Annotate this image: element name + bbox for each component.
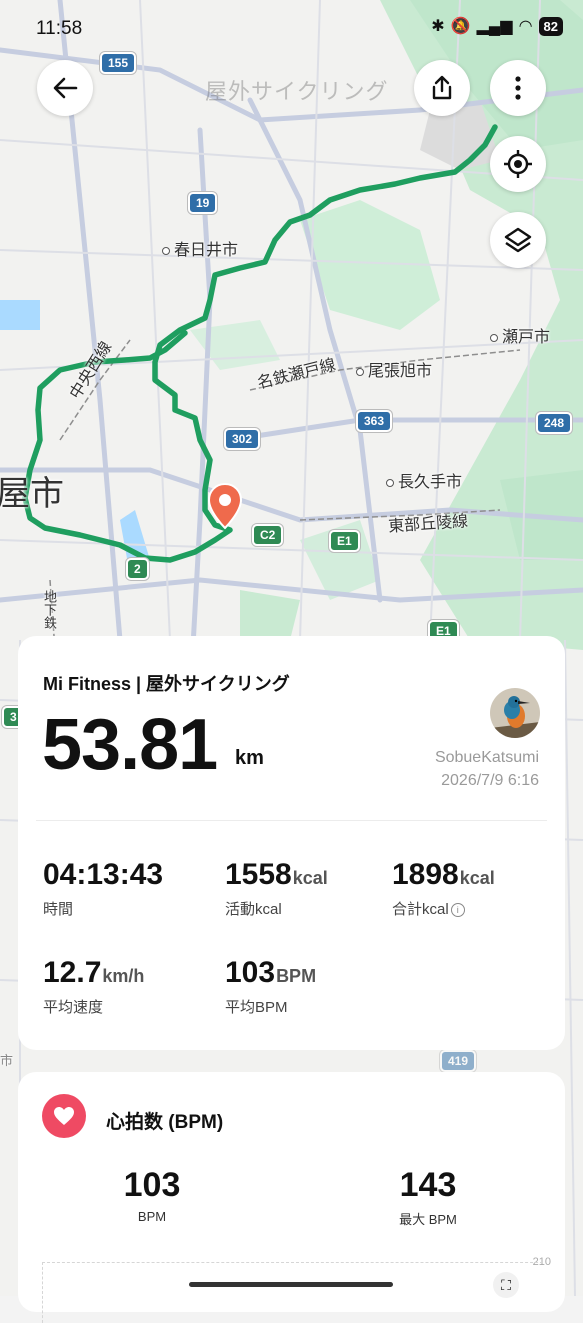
share-icon xyxy=(432,75,452,100)
home-indicator[interactable] xyxy=(189,1282,393,1287)
status-icons: ✱ 🔕 ▂▄▆ ◠ 82 xyxy=(431,16,563,36)
map-label-shi: 市 xyxy=(0,1053,14,1068)
place-dot-icon xyxy=(386,478,394,487)
heart-badge xyxy=(42,1094,86,1138)
stat-unit: BPM xyxy=(276,966,317,986)
divider xyxy=(36,820,547,821)
pin-icon xyxy=(207,482,243,530)
route-shield-419: 419 xyxy=(440,1050,477,1072)
hr-max-value: 143 xyxy=(399,1166,457,1204)
stat-unit: kcal xyxy=(292,868,328,888)
map-label-seto: 瀬戸市 xyxy=(490,323,550,347)
share-button[interactable] xyxy=(414,60,470,116)
mute-icon: 🔕 xyxy=(450,18,471,35)
stat-avg-speed: 12.7km/h 平均速度 xyxy=(43,956,144,1017)
place-dot-icon xyxy=(356,367,364,376)
expand-icon: ⛶ xyxy=(501,1276,511,1293)
stat-unit: kcal xyxy=(459,868,495,888)
wifi-icon: ◠ xyxy=(518,18,533,35)
signal-icon: ▂▄▆ xyxy=(476,18,513,35)
workout-date: 2026/7/9 6:16 xyxy=(441,772,539,789)
place-dot-icon xyxy=(162,246,170,255)
map-label-kasugai: 春日井市 xyxy=(162,236,238,260)
stat-label: 平均BPM xyxy=(225,999,288,1016)
stat-unit: km/h xyxy=(102,966,145,986)
map-label-owari-asahi: 尾張旭市 xyxy=(356,357,432,381)
stat-value: 12.7 xyxy=(43,956,102,989)
locate-button[interactable] xyxy=(490,136,546,192)
map-label-city-edge: 屋市 xyxy=(0,475,64,513)
map-watermark-title: 屋外サイクリング xyxy=(205,79,389,104)
user-name: SobueKatsumi xyxy=(434,749,539,766)
distance-value: 53.81 xyxy=(42,705,218,785)
heart-rate-card: 心拍数 (BPM) 103 BPM 143 最大 BPM 210 ⛶ xyxy=(18,1072,565,1323)
battery-badge: 82 xyxy=(538,16,563,36)
stat-label: 時間 xyxy=(43,901,74,918)
back-arrow-icon xyxy=(53,77,78,99)
stat-label: 合計kcal xyxy=(392,901,449,918)
route-shield-2: 2 xyxy=(126,558,149,580)
hr-average: 103 BPM xyxy=(108,1166,196,1224)
more-vertical-icon xyxy=(515,76,521,100)
avatar[interactable] xyxy=(490,688,540,738)
route-shield-302: 302 xyxy=(224,428,261,450)
stat-label-with-info[interactable]: 合計kcal i xyxy=(392,898,495,919)
heart-rate-title: 心拍数 (BPM) xyxy=(106,1112,224,1133)
bluetooth-icon: ✱ xyxy=(431,18,445,35)
stat-value: 04:13:43 xyxy=(43,858,164,891)
stat-label: 平均速度 xyxy=(43,999,104,1016)
place-dot-icon xyxy=(490,333,498,342)
heart-rate-chart[interactable] xyxy=(42,1262,543,1323)
route-shield-c2: C2 xyxy=(252,524,284,546)
heart-icon xyxy=(54,1107,74,1125)
workout-title: Mi Fitness | 屋外サイクリング xyxy=(43,674,290,694)
back-button[interactable] xyxy=(37,60,93,116)
expand-chart-button[interactable]: ⛶ xyxy=(493,1272,519,1298)
stat-value: 1898 xyxy=(392,858,459,891)
locate-icon xyxy=(504,150,532,178)
stat-value: 1558 xyxy=(225,858,292,891)
kingfisher-avatar-image xyxy=(490,688,540,738)
distance-unit: km xyxy=(235,747,264,769)
layers-button[interactable] xyxy=(490,212,546,268)
hr-average-label: BPM xyxy=(137,1209,167,1224)
hr-average-value: 103 xyxy=(123,1166,181,1204)
info-icon[interactable]: i xyxy=(450,903,465,917)
hr-max-label: 最大 BPM xyxy=(399,1212,457,1227)
route-shield-363: 363 xyxy=(356,410,393,432)
stat-active-kcal: 1558kcal 活動kcal xyxy=(225,858,328,919)
status-time: 11:58 xyxy=(36,18,83,39)
layers-icon xyxy=(504,227,532,253)
map-label-subway: 地下鉄 xyxy=(42,590,57,629)
hr-max: 143 最大 BPM xyxy=(378,1166,478,1228)
stat-value: 103 xyxy=(225,956,276,989)
status-bar: 11:58 ✱ 🔕 ▂▄▆ ◠ 82 xyxy=(0,0,583,56)
stat-duration: 04:13:43 時間 xyxy=(43,858,164,919)
route-shield-248: 248 xyxy=(536,412,573,434)
route-shield-19: 19 xyxy=(188,192,218,214)
more-options-button[interactable] xyxy=(490,60,546,116)
stat-avg-bpm: 103BPM 平均BPM xyxy=(225,956,316,1017)
route-shield-e1: E1 xyxy=(329,530,360,552)
workout-summary-card: Mi Fitness | 屋外サイクリング 53.81 km SobueKats… xyxy=(18,636,565,1050)
stat-label: 活動kcal xyxy=(225,901,282,918)
map-label-nagakute: 長久手市 xyxy=(386,468,462,492)
stat-total-kcal: 1898kcal 合計kcal i xyxy=(392,858,495,919)
